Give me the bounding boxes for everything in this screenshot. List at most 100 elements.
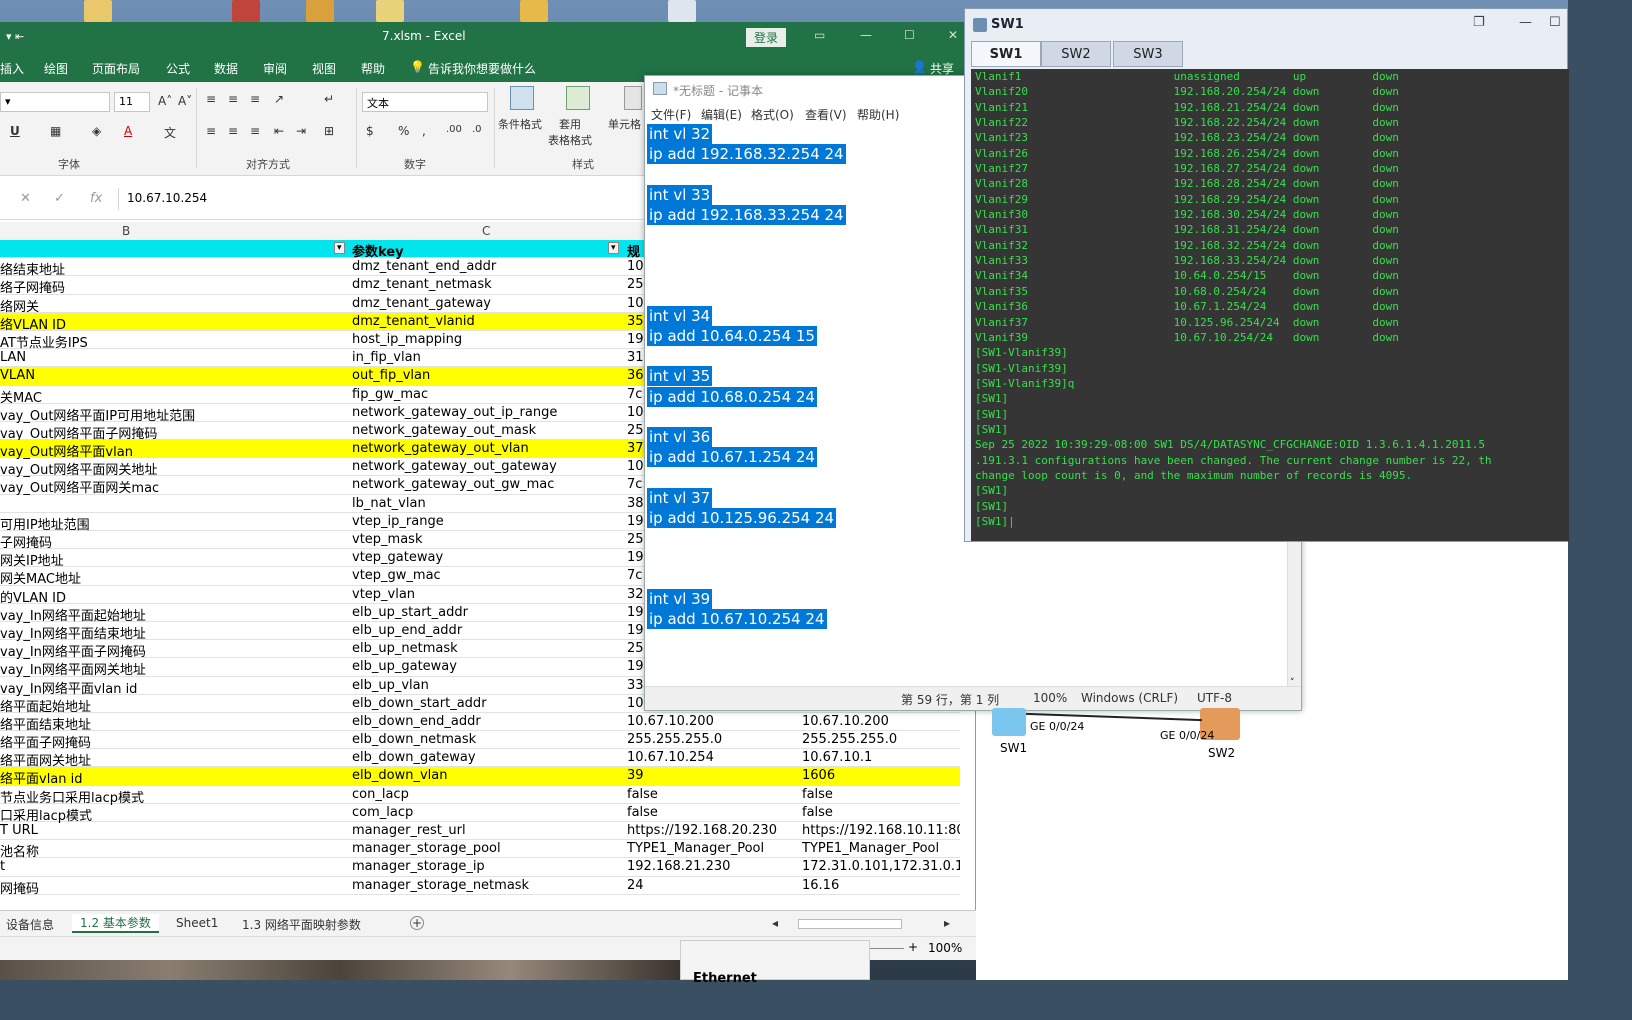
cell[interactable]: TYPE1_Manager_Pool	[802, 841, 960, 856]
borders-icon[interactable]: ▦	[50, 124, 61, 138]
cell[interactable]: elb_up_netmask	[352, 641, 622, 656]
format-as-table-icon[interactable]	[566, 86, 590, 110]
orientation-icon[interactable]: ↗	[274, 92, 284, 106]
cell[interactable]: TYPE1_Manager_Pool	[627, 841, 797, 856]
cell[interactable]: manager_rest_url	[352, 823, 622, 838]
cell[interactable]: 可用IP地址范围	[0, 514, 345, 533]
cell[interactable]: elb_down_start_addr	[352, 696, 622, 711]
cell[interactable]: vay_Out网络平面vlan	[0, 441, 345, 460]
tab-insert[interactable]: 插入	[0, 60, 24, 77]
maximize-icon[interactable]: ☐	[904, 28, 915, 42]
minimize-icon[interactable]: —	[1519, 15, 1532, 30]
cell[interactable]: network_gateway_out_gw_mac	[352, 477, 622, 492]
cell[interactable]: vay_Out网络平面网关mac	[0, 477, 345, 496]
tab-page-layout[interactable]: 页面布局	[92, 60, 140, 77]
menu-help[interactable]: 帮助(H)	[857, 106, 899, 123]
grow-font-icon[interactable]: A˄	[158, 94, 172, 108]
cell[interactable]: elb_up_end_addr	[352, 623, 622, 638]
sheet-tab-active[interactable]: 1.2 基本参数	[72, 914, 159, 933]
sheet-tab[interactable]: Sheet1	[176, 916, 218, 930]
currency-icon[interactable]: $	[366, 124, 374, 138]
minimize-icon[interactable]: —	[860, 28, 872, 42]
tab-formulas[interactable]: 公式	[166, 60, 190, 77]
sheet-tab[interactable]: 1.3 网络平面映射参数	[242, 916, 361, 933]
cell[interactable]: LAN	[0, 350, 345, 365]
cell[interactable]: elb_up_start_addr	[352, 605, 622, 620]
menu-edit[interactable]: 编辑(E)	[701, 106, 742, 123]
wrap-text-icon[interactable]: ↵	[324, 92, 334, 106]
cell[interactable]: 网关IP地址	[0, 550, 345, 569]
cell[interactable]: vay_In网络平面vlan id	[0, 678, 345, 697]
cell[interactable]: elb_down_vlan	[352, 768, 622, 783]
cell[interactable]: manager_storage_pool	[352, 841, 622, 856]
cell[interactable]: fip_gw_mac	[352, 387, 622, 402]
align-bottom-icon[interactable]: ≡	[250, 92, 260, 106]
insert-function-icon[interactable]: fx	[90, 191, 102, 206]
comma-icon[interactable]: ,	[422, 124, 426, 138]
maximize-icon[interactable]: ☐	[1549, 15, 1561, 30]
desktop-folder-icon[interactable]	[84, 0, 112, 22]
sheet-tab[interactable]: 设备信息	[6, 916, 54, 933]
font-color-icon[interactable]: A	[124, 124, 132, 138]
cell[interactable]: T URL	[0, 823, 345, 838]
cell[interactable]: vay_In网络平面起始地址	[0, 605, 345, 624]
filter-dropdown-icon[interactable]: ▾	[334, 242, 345, 254]
cell[interactable]: 172.31.0.101,172.31.0.10	[802, 859, 960, 874]
cell[interactable]: 关MAC	[0, 387, 345, 406]
cell[interactable]: network_gateway_out_vlan	[352, 441, 622, 456]
phonetic-icon[interactable]: 文	[164, 124, 176, 141]
cell[interactable]: dmz_tenant_vlanid	[352, 314, 622, 329]
cell[interactable]: 子网掩码	[0, 532, 345, 551]
font-name-dropdown[interactable]: ▾	[0, 92, 110, 112]
cell[interactable]: https://192.168.20.230	[627, 823, 797, 838]
cell[interactable]: 络网关	[0, 296, 345, 315]
cell[interactable]: https://192.168.10.11:808	[802, 823, 960, 838]
conditional-formatting-button[interactable]: 条件格式	[498, 116, 542, 132]
cell[interactable]: 络平面子网掩码	[0, 732, 345, 751]
tab-sw2[interactable]: SW2	[1041, 41, 1111, 67]
filter-dropdown-icon[interactable]: ▾	[608, 242, 619, 254]
cell[interactable]: lb_nat_vlan	[352, 496, 622, 511]
cell[interactable]: vtep_vlan	[352, 587, 622, 602]
cell-styles-button[interactable]: 单元格	[608, 116, 641, 132]
cell[interactable]: 255.255.255.0	[802, 732, 960, 747]
cell[interactable]: 络平面结束地址	[0, 714, 345, 733]
menu-file[interactable]: 文件(F)	[651, 106, 691, 123]
desktop-folder-icon[interactable]	[520, 0, 548, 22]
underline-icon[interactable]: U	[10, 124, 20, 138]
cell[interactable]: 10.67.10.254	[627, 750, 797, 765]
horizontal-scrollbar[interactable]	[798, 919, 902, 929]
restore-icon[interactable]: ❐	[1473, 15, 1485, 30]
cell[interactable]: vtep_ip_range	[352, 514, 622, 529]
terminal-console[interactable]: Vlanif1 unassigned up down Vlanif20 192.1…	[971, 69, 1569, 541]
cell[interactable]: 络VLAN ID	[0, 314, 345, 333]
cell[interactable]: manager_storage_netmask	[352, 878, 622, 893]
cell[interactable]: elb_up_gateway	[352, 659, 622, 674]
cell[interactable]: 节点业务口采用lacp模式	[0, 787, 345, 806]
cell[interactable]: AT节点业务IPS	[0, 332, 345, 351]
desktop-document-icon[interactable]	[668, 0, 696, 22]
cell[interactable]: dmz_tenant_netmask	[352, 277, 622, 292]
cell[interactable]: 网关MAC地址	[0, 568, 345, 587]
cell[interactable]: 10.67.10.200	[627, 714, 797, 729]
number-format-dropdown[interactable]: 文本	[362, 92, 488, 112]
scroll-right-icon[interactable]: ▸	[944, 916, 950, 930]
cell[interactable]: 10.67.10.200	[802, 714, 960, 729]
cell[interactable]: manager_storage_ip	[352, 859, 622, 874]
shrink-font-icon[interactable]: A˅	[178, 94, 192, 108]
scroll-left-icon[interactable]: ◂	[772, 916, 778, 930]
cell[interactable]: out_fip_vlan	[352, 368, 622, 383]
cell[interactable]: dmz_tenant_end_addr	[352, 259, 622, 274]
cell[interactable]: false	[802, 805, 960, 820]
tab-draw[interactable]: 绘图	[44, 60, 68, 77]
cell[interactable]: 1606	[802, 768, 960, 783]
cell[interactable]: con_lacp	[352, 787, 622, 802]
cell[interactable]: 16.16	[802, 878, 960, 893]
cell[interactable]: elb_down_end_addr	[352, 714, 622, 729]
cell[interactable]: vtep_gateway	[352, 550, 622, 565]
ribbon-display-icon[interactable]: ▭	[814, 28, 825, 42]
tell-me-search[interactable]: 告诉我你想要做什么	[428, 60, 536, 77]
format-as-table-button[interactable]: 套用 表格格式	[548, 116, 592, 148]
indent-decrease-icon[interactable]: ⇤	[274, 124, 284, 138]
cell[interactable]: network_gateway_out_ip_range	[352, 405, 622, 420]
